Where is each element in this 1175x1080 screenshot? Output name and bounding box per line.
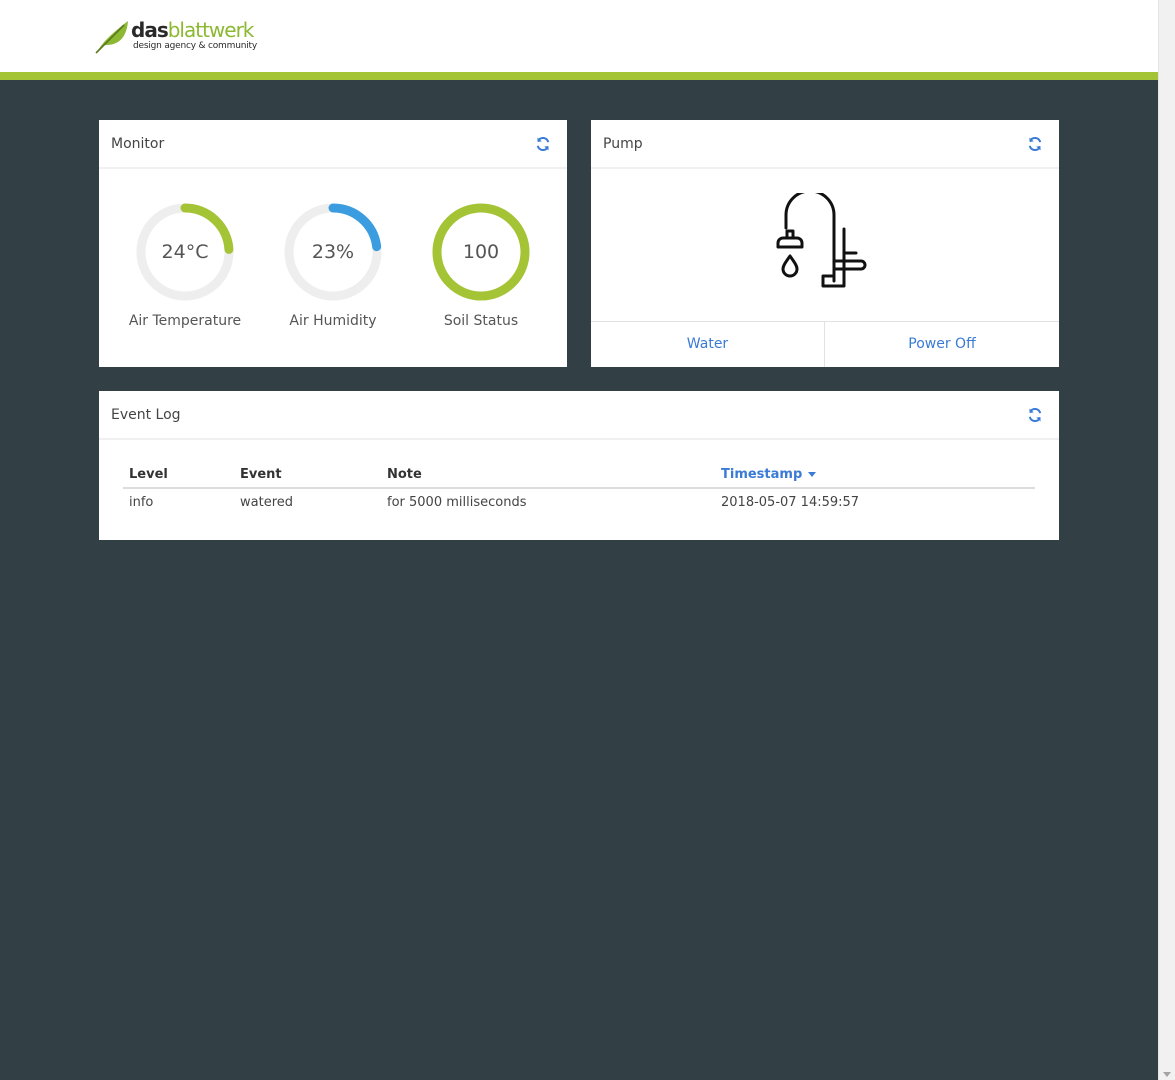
gauge-label: Soil Status: [443, 313, 519, 329]
gauge-air-humidity: 23% Air Humidity: [278, 202, 388, 329]
gauge-soil-status: 100 Soil Status: [426, 202, 536, 329]
cell-timestamp: 2018-05-07 14:59:57: [721, 495, 860, 510]
column-header-timestamp-label: Timestamp: [721, 467, 803, 482]
gauge-value: 100: [462, 241, 500, 263]
logo-wordmark: dasblattwerk: [131, 18, 254, 42]
monitor-card-header: Monitor: [99, 120, 567, 169]
gauge-value: 23%: [311, 241, 355, 263]
vertical-scrollbar[interactable]: [1158, 0, 1175, 1080]
gauge-value: 24°C: [161, 241, 209, 263]
event-log-title: Event Log: [111, 407, 181, 423]
pump-card: Pump Water Power Off: [591, 120, 1059, 367]
monitor-card: Monitor 24°C Air Temperature 23% Air Hum…: [99, 120, 567, 367]
column-header-level[interactable]: Level: [123, 464, 234, 489]
refresh-icon[interactable]: [1027, 136, 1043, 152]
pump-card-header: Pump: [591, 120, 1059, 169]
cell-level: info: [129, 495, 154, 510]
cell-event: watered: [240, 495, 294, 510]
event-log-card: Event Log Level Event Note Timestamp inf…: [99, 391, 1059, 540]
sort-desc-icon: [808, 472, 817, 477]
pump-actions: Water Power Off: [591, 321, 1059, 367]
pump-title: Pump: [603, 136, 643, 152]
refresh-icon[interactable]: [1027, 407, 1043, 423]
table-header-row: Level Event Note Timestamp: [123, 464, 1035, 489]
power-off-button[interactable]: Power Off: [825, 322, 1059, 367]
column-header-timestamp[interactable]: Timestamp: [715, 464, 1035, 489]
logo[interactable]: dasblattwerk design agency & community: [94, 18, 274, 56]
logo-tagline: design agency & community: [133, 41, 257, 51]
column-header-event[interactable]: Event: [234, 464, 381, 489]
faucet-icon: [776, 193, 867, 288]
table-row[interactable]: info watered for 5000 milliseconds 2018-…: [123, 488, 1035, 516]
monitor-title: Monitor: [111, 136, 165, 152]
app-header: dasblattwerk design agency & community: [0, 0, 1158, 72]
cell-note: for 5000 milliseconds: [387, 495, 527, 510]
column-header-note[interactable]: Note: [381, 464, 715, 489]
event-log-card-header: Event Log: [99, 391, 1059, 440]
refresh-icon[interactable]: [535, 136, 551, 152]
header-accent-stripe: [0, 72, 1158, 80]
scroll-down-arrow-icon[interactable]: [1163, 1072, 1171, 1077]
event-log-table: Level Event Note Timestamp info watered …: [123, 464, 1035, 516]
leaf-icon: [95, 21, 128, 54]
water-button[interactable]: Water: [591, 322, 825, 367]
gauge-air-temperature: 24°C Air Temperature: [129, 202, 241, 329]
gauge-label: Air Humidity: [289, 313, 377, 329]
gauge-label: Air Temperature: [128, 313, 242, 329]
